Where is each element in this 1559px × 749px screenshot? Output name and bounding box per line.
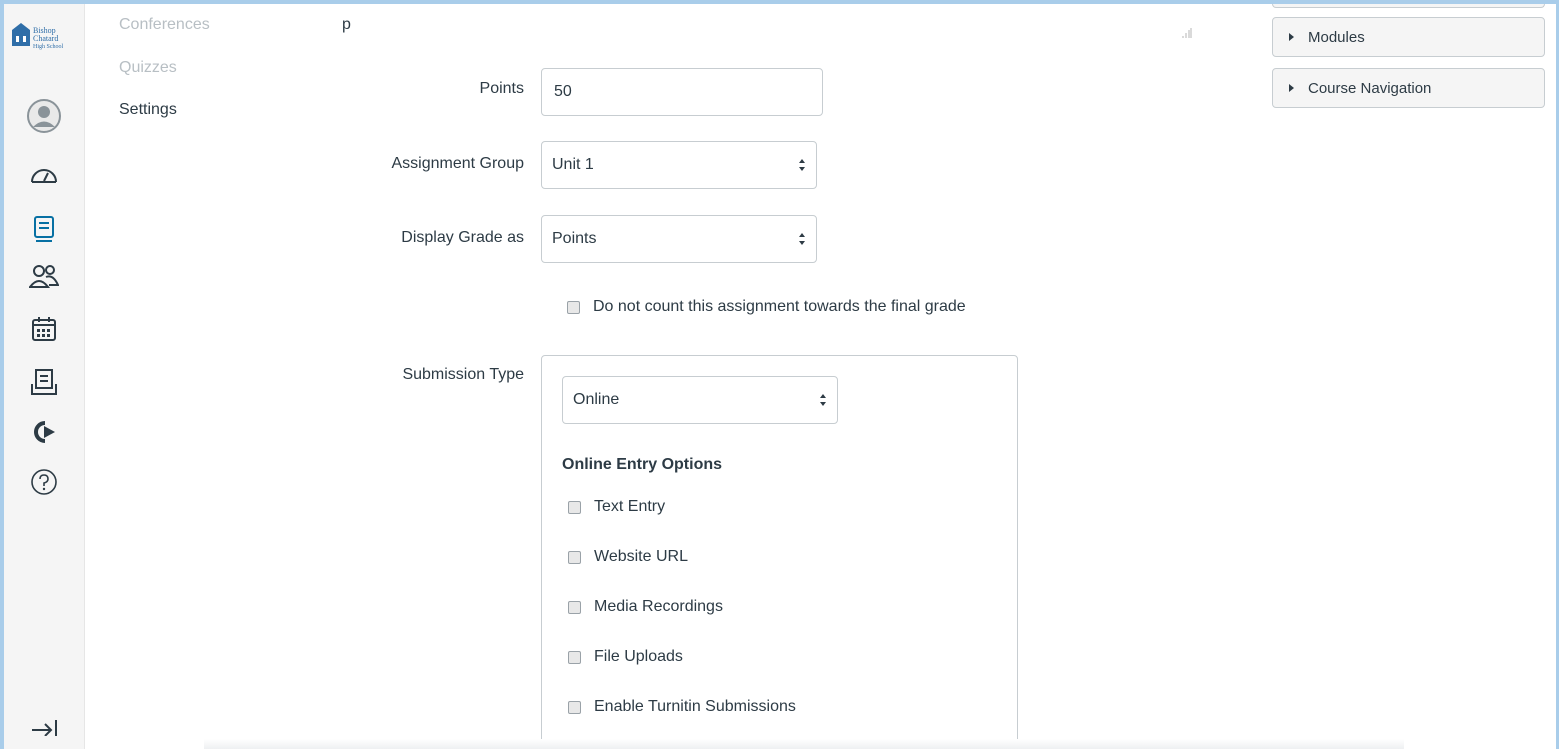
- expand-triangle-icon: [1289, 33, 1294, 41]
- points-label: Points: [479, 80, 524, 97]
- course-navigation-button[interactable]: Course Navigation: [1272, 68, 1545, 108]
- exclude-final-grade-label: Do not count this assignment towards the…: [593, 298, 966, 315]
- course-navigation-button-label: Course Navigation: [1308, 79, 1432, 97]
- course-nav-conferences: Conferences: [119, 16, 210, 33]
- modules-button-label: Modules: [1308, 28, 1365, 46]
- enable-turnitin-checkbox[interactable]: [568, 701, 581, 714]
- frame-top-border: [0, 0, 1559, 4]
- submission-type-value: Online: [573, 391, 620, 408]
- bottom-shadow: [204, 739, 1404, 749]
- editor-resize-handle[interactable]: [1182, 26, 1192, 38]
- inbox-icon[interactable]: [24, 362, 64, 402]
- course-nav-settings[interactable]: Settings: [119, 101, 177, 119]
- text-entry-checkbox[interactable]: [568, 501, 581, 514]
- display-grade-select[interactable]: Points: [541, 215, 817, 263]
- media-recordings-label: Media Recordings: [594, 598, 723, 615]
- media-recordings-checkbox[interactable]: [568, 601, 581, 614]
- frame-left-border: [0, 0, 4, 749]
- text-entry-label: Text Entry: [594, 498, 666, 515]
- points-input[interactable]: 50: [541, 68, 823, 116]
- display-grade-label: Display Grade as: [401, 229, 524, 246]
- help-icon[interactable]: [24, 462, 64, 502]
- submission-type-select[interactable]: Online: [562, 376, 838, 424]
- screenshot-frame: Bishop Chatard High School Conferences Q…: [0, 0, 1559, 749]
- file-uploads-checkbox[interactable]: [568, 651, 581, 664]
- assignment-group-label: Assignment Group: [391, 155, 524, 172]
- points-value: 50: [554, 83, 572, 100]
- select-arrows-icon: [799, 159, 805, 171]
- enable-turnitin-label: Enable Turnitin Submissions: [594, 698, 796, 715]
- logo-line-2: Chatard: [33, 34, 58, 43]
- collapse-nav-icon[interactable]: [24, 706, 64, 746]
- logo-line-3: High School: [33, 44, 64, 50]
- file-uploads-label: File Uploads: [594, 648, 683, 665]
- website-url-label: Website URL: [594, 548, 688, 565]
- account-icon[interactable]: [24, 96, 64, 136]
- website-url-checkbox[interactable]: [568, 551, 581, 564]
- select-arrows-icon: [820, 394, 826, 406]
- groups-icon[interactable]: [24, 256, 64, 296]
- right-panel-previous-button[interactable]: [1272, 4, 1545, 8]
- modules-button[interactable]: Modules: [1272, 17, 1545, 57]
- dashboard-icon[interactable]: [24, 154, 64, 194]
- courses-icon[interactable]: [24, 209, 64, 249]
- expand-triangle-icon: [1289, 84, 1294, 92]
- school-logo[interactable]: Bishop Chatard High School: [10, 22, 78, 64]
- global-navigation: Bishop Chatard High School: [4, 4, 85, 749]
- calendar-icon[interactable]: [24, 309, 64, 349]
- submission-type-label: Submission Type: [402, 366, 524, 383]
- editor-tail-text: p: [342, 16, 351, 33]
- commons-icon[interactable]: [24, 412, 64, 452]
- canvas-page: Bishop Chatard High School Conferences Q…: [4, 4, 1556, 749]
- assignment-group-value: Unit 1: [552, 156, 594, 173]
- display-grade-value: Points: [552, 230, 597, 247]
- exclude-final-grade-checkbox[interactable]: [567, 301, 580, 314]
- online-entry-options-title: Online Entry Options: [562, 456, 723, 473]
- select-arrows-icon: [799, 233, 805, 245]
- course-nav-quizzes: Quizzes: [119, 59, 177, 76]
- assignment-group-select[interactable]: Unit 1: [541, 141, 817, 189]
